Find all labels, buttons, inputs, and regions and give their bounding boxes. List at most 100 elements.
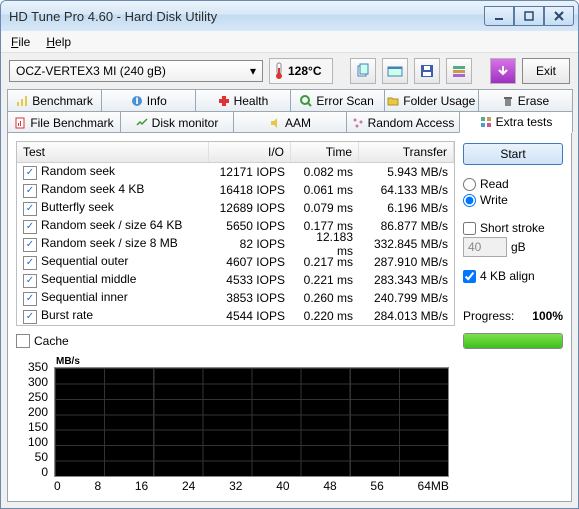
- row-checkbox[interactable]: [23, 166, 37, 180]
- test-name: Sequential inner: [41, 290, 128, 304]
- short-stroke-checkbox[interactable]: Short stroke: [463, 221, 563, 235]
- disk-monitor-icon: [136, 117, 148, 129]
- test-name: Random seek: [41, 164, 115, 178]
- row-checkbox[interactable]: [23, 184, 37, 198]
- tab-error-scan[interactable]: Error Scan: [290, 89, 385, 111]
- tab-file-benchmark[interactable]: File Benchmark: [7, 111, 121, 133]
- test-name: Sequential middle: [41, 272, 136, 286]
- table-row[interactable]: Random seek 4 KB16418 IOPS0.061 ms64.133…: [17, 181, 454, 199]
- io-value: 82 IOPS: [209, 237, 291, 251]
- time-value: 12.183 ms: [291, 230, 359, 258]
- col-test[interactable]: Test: [17, 142, 209, 162]
- transfer-value: 284.013 MB/s: [359, 309, 454, 323]
- row-checkbox[interactable]: [23, 238, 37, 252]
- tab-aam[interactable]: AAM: [233, 111, 347, 133]
- tab-extra-tests[interactable]: Extra tests: [459, 111, 573, 133]
- short-stroke-value: [463, 237, 507, 257]
- chart-plot: [54, 367, 449, 477]
- transfer-value: 86.877 MB/s: [359, 219, 454, 233]
- table-row[interactable]: Random seek / size 64 KB5650 IOPS0.177 m…: [17, 217, 454, 235]
- tab-label: Disk monitor: [152, 116, 219, 130]
- side-panel: Start Read Write Short stroke gB 4 KB al…: [463, 141, 563, 493]
- short-stroke-unit: gB: [511, 240, 526, 254]
- table-row[interactable]: Sequential middle4533 IOPS0.221 ms283.34…: [17, 271, 454, 289]
- info-icon: i: [131, 95, 143, 107]
- close-button[interactable]: [544, 6, 574, 26]
- write-radio[interactable]: Write: [463, 193, 563, 207]
- svg-text:i: i: [135, 95, 138, 107]
- io-value: 3853 IOPS: [209, 291, 291, 305]
- io-value: 4607 IOPS: [209, 255, 291, 269]
- menu-file[interactable]: File: [11, 35, 30, 49]
- extra-tests-icon: [480, 116, 492, 128]
- temperature-box: 128°C: [269, 58, 333, 84]
- align-checkbox[interactable]: 4 KB align: [463, 269, 563, 283]
- action-button[interactable]: [490, 58, 516, 84]
- temperature-value: 128°C: [288, 64, 322, 78]
- start-button[interactable]: Start: [463, 143, 563, 165]
- menu-help[interactable]: Help: [46, 35, 71, 49]
- transfer-value: 5.943 MB/s: [359, 165, 454, 179]
- cache-checkbox[interactable]: [16, 334, 30, 348]
- tab-disk-monitor[interactable]: Disk monitor: [120, 111, 234, 133]
- row-checkbox[interactable]: [23, 292, 37, 306]
- chart-yaxis: 350300250200150100500: [22, 356, 50, 493]
- table-row[interactable]: Burst rate 4544 IOPS0.220 ms284.013 MB/s: [17, 307, 454, 325]
- tab-label: Benchmark: [32, 94, 93, 108]
- minimize-button[interactable]: [484, 6, 514, 26]
- transfer-value: 64.133 MB/s: [359, 183, 454, 197]
- table-row[interactable]: Random seek / size 8 MB82 IOPS12.183 ms3…: [17, 235, 454, 253]
- test-name: Random seek / size 8 MB: [41, 236, 178, 250]
- table-row[interactable]: Random seek12171 IOPS0.082 ms5.943 MB/s: [17, 163, 454, 181]
- cache-option[interactable]: Cache: [16, 326, 455, 356]
- maximize-button[interactable]: [514, 6, 544, 26]
- tab-benchmark[interactable]: Benchmark: [7, 89, 102, 111]
- screenshot-button[interactable]: [382, 58, 408, 84]
- time-value: 0.082 ms: [291, 165, 359, 179]
- test-name: Butterfly seek: [41, 200, 114, 214]
- tab-label: AAM: [285, 116, 311, 130]
- tab-random-access[interactable]: Random Access: [346, 111, 460, 133]
- mode-group: Read Write: [463, 175, 563, 209]
- col-transfer[interactable]: Transfer: [359, 142, 454, 162]
- save-button[interactable]: [414, 58, 440, 84]
- row-checkbox[interactable]: [23, 202, 37, 216]
- thermometer-icon: [274, 62, 284, 80]
- random-access-icon: [352, 117, 364, 129]
- test-name: Burst rate: [41, 308, 93, 322]
- table-row[interactable]: Butterfly seek12689 IOPS0.079 ms6.196 MB…: [17, 199, 454, 217]
- read-radio[interactable]: Read: [463, 177, 563, 191]
- drive-select[interactable]: OCZ-VERTEX3 MI (240 gB) ▾: [9, 60, 263, 82]
- table-row[interactable]: Sequential inner3853 IOPS0.260 ms240.799…: [17, 289, 454, 307]
- time-value: 0.221 ms: [291, 273, 359, 287]
- window-title: HD Tune Pro 4.60 - Hard Disk Utility: [9, 9, 484, 24]
- exit-button[interactable]: Exit: [522, 58, 570, 84]
- menubar: File Help: [1, 31, 578, 53]
- tab-health[interactable]: Health: [195, 89, 290, 111]
- table-row[interactable]: Sequential outer4607 IOPS0.217 ms287.910…: [17, 253, 454, 271]
- row-checkbox[interactable]: [23, 256, 37, 270]
- copy-button[interactable]: [350, 58, 376, 84]
- io-value: 4544 IOPS: [209, 309, 291, 323]
- time-value: 0.260 ms: [291, 291, 359, 305]
- tab-erase[interactable]: Erase: [478, 89, 573, 111]
- health-icon: [218, 95, 230, 107]
- tab-folder-usage[interactable]: Folder Usage: [384, 89, 479, 111]
- chart-area: 350300250200150100500 MB/s 0816243240485…: [16, 356, 455, 493]
- table-header: Test I/O Time Transfer: [17, 142, 454, 163]
- test-name: Random seek 4 KB: [41, 182, 144, 196]
- options-button[interactable]: [446, 58, 472, 84]
- col-io[interactable]: I/O: [209, 142, 291, 162]
- time-value: 0.061 ms: [291, 183, 359, 197]
- row-checkbox[interactable]: [23, 274, 37, 288]
- time-value: 0.220 ms: [291, 309, 359, 323]
- io-value: 4533 IOPS: [209, 273, 291, 287]
- io-value: 12689 IOPS: [209, 201, 291, 215]
- aam-icon: [269, 117, 281, 129]
- folder-usage-icon: [387, 95, 399, 107]
- col-time[interactable]: Time: [291, 142, 359, 162]
- tab-info[interactable]: iInfo: [101, 89, 196, 111]
- row-checkbox[interactable]: [23, 220, 37, 234]
- row-checkbox[interactable]: [23, 310, 37, 324]
- tab-label: Folder Usage: [403, 94, 475, 108]
